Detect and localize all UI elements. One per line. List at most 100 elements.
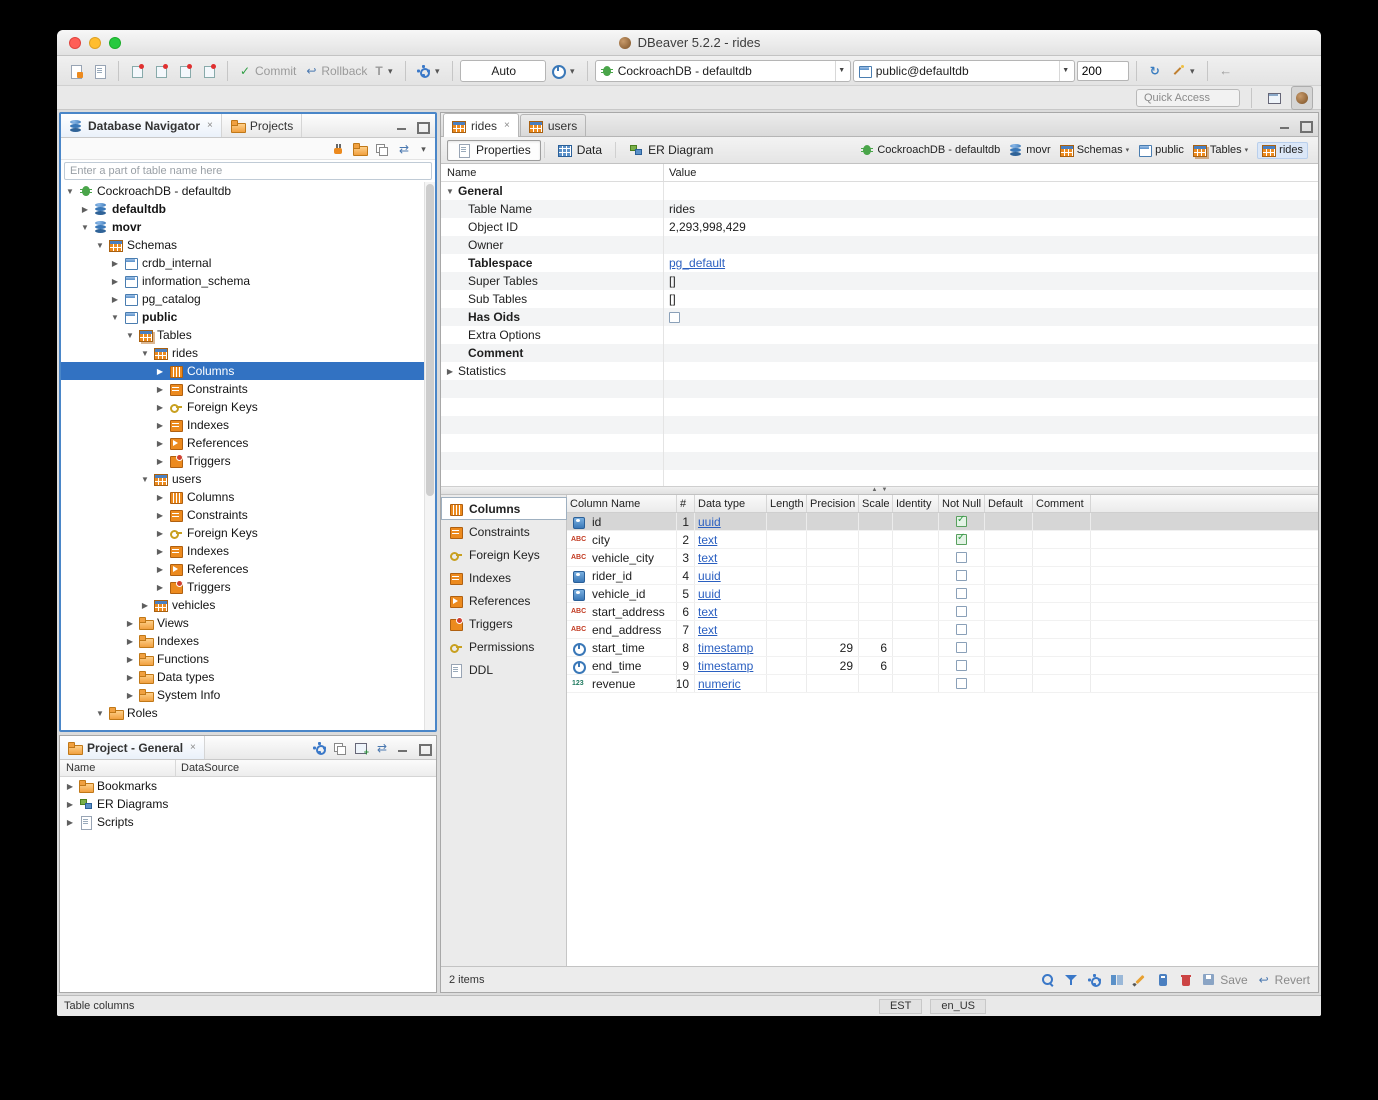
- expand-arrow-icon[interactable]: ▶: [155, 547, 165, 556]
- open-perspective-button[interactable]: [1263, 86, 1285, 110]
- tree-item-movr[interactable]: ▼movr: [61, 218, 435, 236]
- expand-arrow-icon[interactable]: ▶: [155, 421, 165, 430]
- detail-tab-triggers[interactable]: Triggers: [441, 612, 566, 635]
- filter-icon[interactable]: [1064, 973, 1078, 987]
- data-type-link[interactable]: text: [698, 605, 717, 619]
- close-view-icon[interactable]: ×: [190, 742, 196, 753]
- minimize-panel-button[interactable]: [396, 741, 410, 755]
- view-menu-icon[interactable]: ▾: [419, 142, 428, 156]
- expand-arrow-icon[interactable]: ▶: [155, 529, 165, 538]
- expand-arrow-icon[interactable]: ▶: [110, 295, 120, 304]
- commit-button[interactable]: ✓Commit: [235, 59, 299, 83]
- tree-item-triggers[interactable]: ▶Triggers: [61, 578, 435, 596]
- rollback-button[interactable]: ↩Rollback: [301, 59, 370, 83]
- properties-name-header[interactable]: Name: [441, 164, 664, 181]
- collapse-arrow-icon[interactable]: ▼: [110, 313, 120, 322]
- tree-item-rides[interactable]: ▼rides: [61, 344, 435, 362]
- timezone-indicator[interactable]: EST: [879, 999, 922, 1014]
- properties-value-header[interactable]: Value: [664, 167, 696, 179]
- query-history-button[interactable]: ▾: [548, 59, 580, 83]
- tree-item-indexes[interactable]: ▶Indexes: [61, 632, 435, 650]
- expand-arrow-icon[interactable]: ▶: [125, 673, 135, 682]
- isolation-level-combo[interactable]: Auto: [460, 60, 546, 82]
- detail-tab-ddl[interactable]: DDL: [441, 658, 566, 681]
- tree-item-schemas[interactable]: ▼Schemas: [61, 236, 435, 254]
- tree-item-vehicles[interactable]: ▶vehicles: [61, 596, 435, 614]
- breadcrumb-item-cockroachdb-defaultdb[interactable]: CockroachDB - defaultdb: [860, 142, 1000, 159]
- combo-arrow-icon[interactable]: ▼: [835, 61, 848, 81]
- dbeaver-perspective-button[interactable]: [1291, 86, 1313, 110]
- data-type-link[interactable]: text: [698, 533, 717, 547]
- sql-generator-button[interactable]: ▾: [1168, 59, 1200, 83]
- column-row-end-address[interactable]: end_address7text: [567, 621, 1318, 639]
- panels-icon[interactable]: [1110, 973, 1124, 987]
- grid-header-scale[interactable]: Scale: [859, 495, 893, 512]
- tree-item-references[interactable]: ▶References: [61, 560, 435, 578]
- grid-header-length[interactable]: Length: [767, 495, 807, 512]
- back-button[interactable]: ←: [1215, 59, 1237, 83]
- column-row-vehicle-id[interactable]: vehicle_id5uuid: [567, 585, 1318, 603]
- breadcrumb-item-movr[interactable]: movr: [1009, 142, 1050, 159]
- tree-item-foreign-keys[interactable]: ▶Foreign Keys: [61, 524, 435, 542]
- tree-item-indexes[interactable]: ▶Indexes: [61, 416, 435, 434]
- data-type-link[interactable]: timestamp: [698, 659, 753, 673]
- minimize-panel-button[interactable]: [395, 119, 409, 133]
- expand-arrow-icon[interactable]: ▶: [110, 259, 120, 268]
- connection-combo[interactable]: CockroachDB - defaultdb ▼: [595, 60, 851, 82]
- data-type-link[interactable]: uuid: [698, 587, 721, 601]
- data-type-link[interactable]: uuid: [698, 569, 721, 583]
- column-row-id[interactable]: id1uuid: [567, 513, 1318, 531]
- pending-transactions-button[interactable]: [126, 59, 148, 83]
- expand-arrow-icon[interactable]: ▶: [155, 565, 165, 574]
- tree-item-triggers[interactable]: ▶Triggers: [61, 452, 435, 470]
- detail-tab-columns[interactable]: Columns: [441, 497, 567, 520]
- expand-arrow-icon[interactable]: ▶: [155, 511, 165, 520]
- locale-indicator[interactable]: en_US: [930, 999, 986, 1014]
- open-sql-script-button[interactable]: [89, 59, 111, 83]
- property-row-tablespace[interactable]: Tablespacepg_default: [441, 254, 1318, 272]
- property-row-object-id[interactable]: Object ID2,293,998,429: [441, 218, 1318, 236]
- property-row-comment[interactable]: Comment: [441, 344, 1318, 362]
- maximize-panel-button[interactable]: [415, 119, 429, 133]
- breadcrumb-item-rides[interactable]: rides: [1257, 142, 1308, 159]
- view-button-er-diagram[interactable]: ER Diagram: [619, 140, 723, 161]
- search-icon[interactable]: [1041, 973, 1055, 987]
- dropdown-arrow-icon[interactable]: ▾: [1126, 146, 1130, 154]
- property-row-general[interactable]: ▼General: [441, 182, 1318, 200]
- link-with-editor-icon[interactable]: ⇄: [397, 142, 411, 156]
- grid-settings-icon[interactable]: [1087, 973, 1101, 987]
- property-value-link[interactable]: pg_default: [669, 256, 725, 270]
- revert-button[interactable]: ↩Revert: [1257, 973, 1310, 987]
- fetch-size-input[interactable]: [1077, 61, 1129, 81]
- tree-item-columns[interactable]: ▶Columns: [61, 488, 435, 506]
- column-row-revenue[interactable]: revenue10numeric: [567, 675, 1318, 693]
- tree-item-functions[interactable]: ▶Functions: [61, 650, 435, 668]
- property-row-table-name[interactable]: Table Namerides: [441, 200, 1318, 218]
- column-row-start-address[interactable]: start_address6text: [567, 603, 1318, 621]
- expand-arrow-icon[interactable]: ▶: [155, 439, 165, 448]
- grid-header-default[interactable]: Default: [985, 495, 1033, 512]
- detail-tab-permissions[interactable]: Permissions: [441, 635, 566, 658]
- maximize-panel-button[interactable]: [417, 741, 431, 755]
- tree-item-foreign-keys[interactable]: ▶Foreign Keys: [61, 398, 435, 416]
- detail-tab-foreign-keys[interactable]: Foreign Keys: [441, 543, 566, 566]
- not-null-checkbox[interactable]: [956, 660, 967, 671]
- new-window-icon[interactable]: [354, 741, 368, 755]
- tree-item-constraints[interactable]: ▶Constraints: [61, 380, 435, 398]
- not-null-checkbox[interactable]: [956, 552, 967, 563]
- project-tab[interactable]: Project - General ×: [60, 736, 205, 759]
- not-null-checkbox[interactable]: [956, 534, 967, 545]
- has-oids-checkbox[interactable]: [669, 312, 680, 323]
- save-button[interactable]: Save: [1202, 973, 1247, 987]
- tree-item-views[interactable]: ▶Views: [61, 614, 435, 632]
- tree-item-information-schema[interactable]: ▶information_schema: [61, 272, 435, 290]
- new-folder-icon[interactable]: [353, 142, 367, 156]
- tree-item-crdb-internal[interactable]: ▶crdb_internal: [61, 254, 435, 272]
- collapse-arrow-icon[interactable]: ▼: [65, 187, 75, 196]
- expand-arrow-icon[interactable]: ▶: [65, 800, 75, 809]
- detail-tab-constraints[interactable]: Constraints: [441, 520, 566, 543]
- view-button-data[interactable]: Data: [548, 140, 612, 161]
- close-window-button[interactable]: [69, 37, 81, 49]
- navigator-scrollbar[interactable]: [424, 182, 435, 730]
- expand-arrow-icon[interactable]: ▶: [155, 493, 165, 502]
